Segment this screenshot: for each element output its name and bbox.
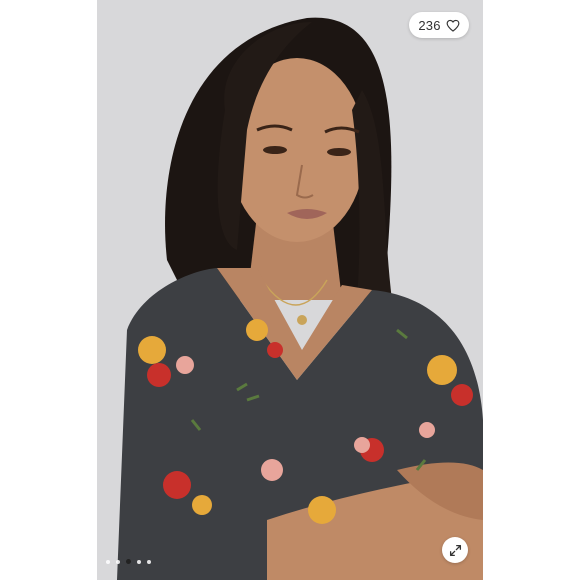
heart-outline-icon bbox=[446, 19, 460, 32]
carousel-dot[interactable] bbox=[116, 559, 120, 564]
expand-arrows-icon bbox=[449, 544, 461, 556]
carousel-indicator bbox=[106, 559, 151, 564]
carousel-dot[interactable] bbox=[137, 559, 141, 564]
carousel-dot[interactable] bbox=[106, 559, 110, 564]
model-photo-illustration bbox=[97, 0, 483, 580]
like-count: 236 bbox=[418, 17, 441, 33]
like-button[interactable]: 236 bbox=[409, 12, 469, 38]
carousel-dot[interactable] bbox=[147, 559, 151, 564]
carousel-dot-active[interactable] bbox=[126, 559, 131, 564]
image-viewer: 236 bbox=[0, 0, 580, 580]
expand-button[interactable] bbox=[442, 537, 468, 563]
product-photo[interactable] bbox=[97, 0, 483, 580]
